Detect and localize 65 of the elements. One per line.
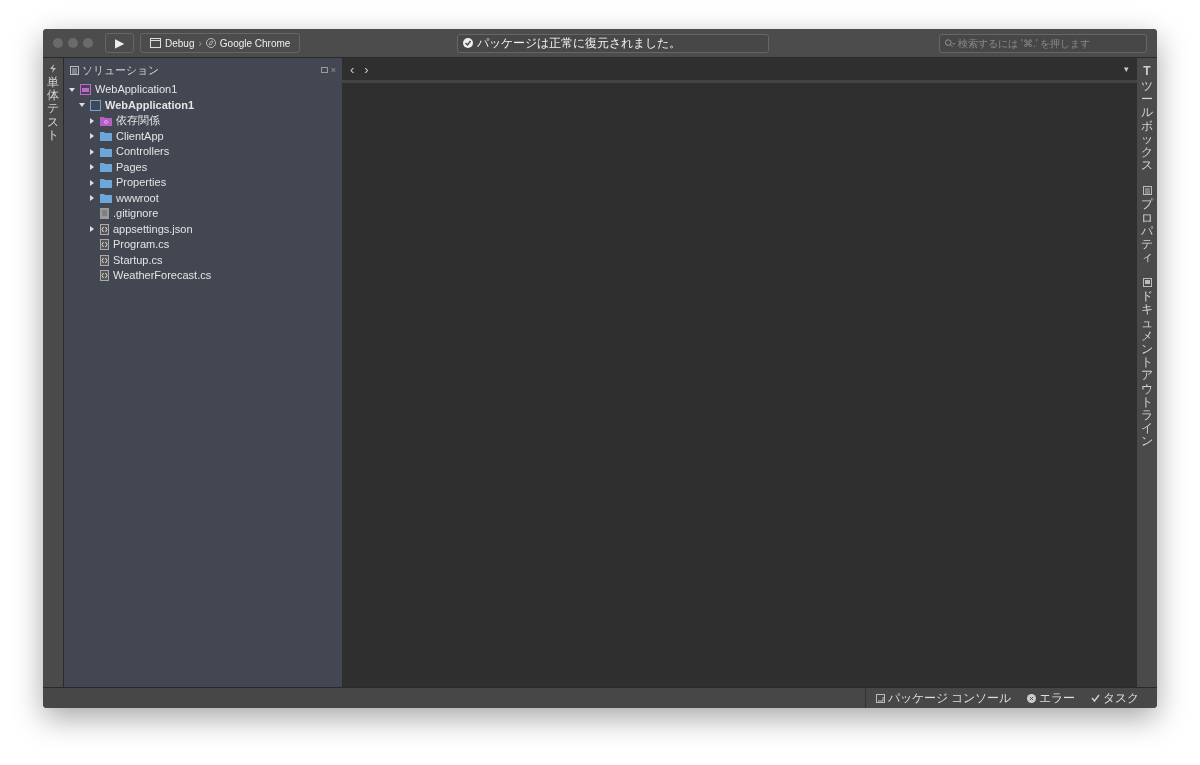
error-icon — [1027, 693, 1036, 703]
expanded-arrow-icon[interactable] — [69, 86, 75, 93]
forward-button[interactable]: › — [364, 62, 369, 76]
tree-item-label[interactable]: WebApplication1 — [105, 99, 195, 111]
compass-icon — [205, 38, 216, 48]
collapsed-arrow-icon[interactable] — [89, 164, 95, 171]
console-icon — [875, 693, 885, 703]
folder-icon — [100, 177, 112, 188]
dropdown-button[interactable]: ▾ — [1124, 64, 1129, 74]
status-bar-button[interactable]: タスク — [1091, 689, 1139, 707]
window-icon — [150, 38, 161, 48]
status-bar-button[interactable]: パッケージ コンソール — [875, 689, 1011, 707]
expanded-arrow-icon[interactable] — [79, 102, 85, 109]
folder-icon — [100, 193, 112, 204]
document-icon — [1142, 278, 1152, 288]
breadcrumb-separator: › — [198, 36, 202, 51]
dock-icon[interactable] — [320, 67, 328, 73]
text-tool-icon: T — [1143, 65, 1151, 77]
project-icon — [90, 99, 101, 111]
tree-item-label[interactable]: Pages — [116, 161, 148, 173]
status-message: パッケージは正常に復元されました。 — [477, 35, 681, 52]
tree-item-label[interactable]: .gitignore — [113, 208, 159, 220]
tree-item-label[interactable]: Startup.cs — [113, 254, 163, 266]
checkmark-icon — [1091, 694, 1100, 702]
search-icon — [945, 38, 956, 48]
status-bar-button[interactable]: エラー — [1027, 689, 1075, 707]
side-panel-tab[interactable]: ツールボックス — [1141, 80, 1153, 173]
tree-item-label[interactable]: Properties — [116, 177, 167, 189]
panel-icon — [70, 65, 79, 75]
unit-test-tab[interactable]: 単体テスト — [47, 76, 59, 142]
configuration-label: Debug — [165, 36, 195, 51]
solution-icon — [80, 84, 91, 96]
folder-icon — [100, 131, 112, 142]
code-file-icon — [100, 223, 109, 235]
checkmark-circle-icon — [463, 38, 473, 48]
collapsed-arrow-icon[interactable] — [89, 148, 95, 155]
tree-item-label[interactable]: WeatherForecast.cs — [113, 270, 212, 282]
tree-item-label[interactable]: appsettings.json — [113, 223, 193, 235]
tree-item-label[interactable]: wwwroot — [116, 192, 159, 204]
tree-item-label[interactable]: ClientApp — [116, 130, 164, 142]
folder-icon — [100, 146, 112, 157]
collapsed-arrow-icon[interactable] — [89, 195, 95, 202]
tree-item-label[interactable]: Program.cs — [113, 239, 170, 251]
folder-icon — [100, 115, 112, 126]
collapsed-arrow-icon[interactable] — [89, 133, 95, 140]
code-file-icon — [100, 270, 109, 282]
back-button[interactable]: ‹ — [350, 62, 355, 76]
tree-item-label[interactable]: 依存関係 — [116, 115, 160, 127]
tree-item-label[interactable]: Controllers — [116, 146, 170, 158]
file-icon — [100, 208, 109, 220]
tree-item-label[interactable]: WebApplication1 — [95, 84, 178, 96]
side-panel-tab[interactable]: ドキュメントアウトライン — [1141, 290, 1153, 449]
collapsed-arrow-icon[interactable] — [89, 179, 95, 186]
panel-title: ソリューション — [82, 62, 159, 78]
run-button[interactable]: ▶ — [105, 33, 134, 53]
code-file-icon — [100, 239, 109, 251]
collapsed-arrow-icon[interactable] — [89, 226, 95, 233]
side-panel-tab[interactable]: プロパティ — [1141, 198, 1153, 265]
lightning-icon — [50, 64, 56, 73]
code-file-icon — [100, 254, 109, 266]
folder-icon — [100, 162, 112, 173]
collapsed-arrow-icon[interactable] — [89, 117, 95, 124]
configuration-selector[interactable]: Debug › Google Chrome — [140, 33, 301, 53]
list-icon — [1142, 186, 1152, 196]
target-label: Google Chrome — [219, 36, 291, 51]
